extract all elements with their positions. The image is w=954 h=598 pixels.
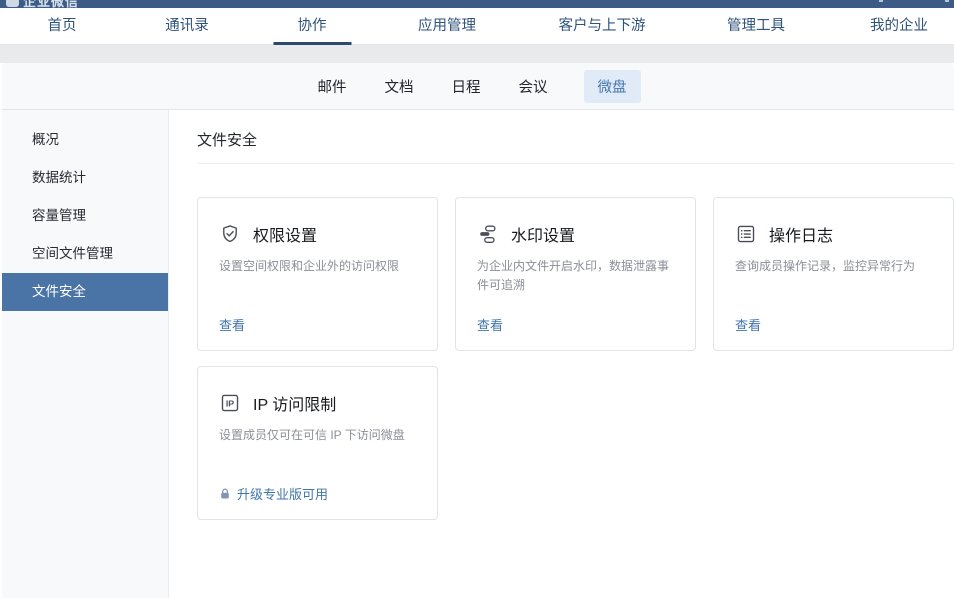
- subnav-tab[interactable]: 会议: [517, 70, 550, 103]
- card-description: 查询成员操作记录，监控异常行为: [735, 257, 932, 276]
- card-description: 为企业内文件开启水印，数据泄露事件可追溯: [477, 257, 674, 295]
- title-divider: [197, 163, 954, 164]
- sidebar-item-label: 文件安全: [32, 284, 86, 299]
- subnav-tab-label: 微盘: [598, 80, 627, 96]
- sidebar-item[interactable]: 数据统计: [2, 159, 168, 197]
- card-title: 权限设置: [253, 222, 317, 246]
- nav-item-label: 通讯录: [165, 18, 209, 34]
- page-background-gap: [0, 45, 954, 63]
- card-description: 设置空间权限和企业外的访问权限: [219, 257, 416, 276]
- sidebar-item-label: 空间文件管理: [32, 246, 113, 261]
- active-tab-underline: [273, 42, 351, 45]
- nav-item[interactable]: 管理工具: [727, 8, 785, 44]
- feature-card: 权限设置 设置空间权限和企业外的访问权限 查看: [197, 197, 438, 351]
- subnav-tab[interactable]: 日程: [450, 70, 483, 103]
- shield-check-icon: [219, 223, 241, 245]
- sidebar-item-label: 数据统计: [32, 170, 86, 185]
- watermark-icon: [477, 223, 499, 245]
- card-action-label: 升级专业版可用: [237, 484, 328, 503]
- nav-item[interactable]: 协作: [298, 8, 327, 44]
- card-header: 操作日志: [735, 222, 932, 246]
- nav-item[interactable]: 首页: [48, 8, 77, 44]
- card-header: IP IP 访问限制: [219, 391, 416, 415]
- subnav-tab[interactable]: 文档: [383, 70, 416, 103]
- card-action-link[interactable]: 查看: [219, 315, 245, 334]
- nav-item[interactable]: 我的企业: [870, 8, 928, 44]
- ip-icon: IP: [219, 392, 241, 414]
- subnav-tab-label: 邮件: [318, 80, 347, 96]
- topbar-clipped-icon: [945, 0, 949, 2]
- sidebar-item[interactable]: 概况: [2, 121, 168, 159]
- sidebar-item-label: 容量管理: [32, 208, 86, 223]
- sidebar-item[interactable]: 文件安全: [2, 273, 168, 311]
- card-header: 权限设置: [219, 222, 416, 246]
- subnav-tab[interactable]: 邮件: [316, 70, 349, 103]
- lock-icon: [219, 487, 231, 500]
- subnav-tab[interactable]: 微盘: [584, 70, 641, 103]
- nav-item-label: 首页: [48, 18, 77, 34]
- nav-item[interactable]: 客户与上下游: [559, 8, 646, 44]
- topbar: 企业微信: [0, 0, 954, 8]
- subnav-tab-label: 日程: [452, 80, 481, 96]
- card-title: 操作日志: [769, 222, 833, 246]
- feature-card: 操作日志 查询成员操作记录，监控异常行为 查看: [713, 197, 954, 351]
- feature-card: IP IP 访问限制 设置成员仅可在可信 IP 下访问微盘 升级专业版可用: [197, 366, 438, 520]
- subnav-tab-label: 会议: [519, 80, 548, 96]
- subnav-tab-label: 文档: [385, 80, 414, 96]
- sidebar-item[interactable]: 空间文件管理: [2, 235, 168, 273]
- nav-item-label: 协作: [298, 18, 327, 34]
- card-action-link[interactable]: 查看: [735, 315, 761, 334]
- card-action-label: 查看: [735, 315, 761, 334]
- svg-text:IP: IP: [226, 398, 234, 408]
- content-panel: 邮件 文档 日程 会议 微盘 概况 数据统计 容量管理 空间文件管理 文件安全 …: [2, 63, 954, 598]
- card-description: 设置成员仅可在可信 IP 下访问微盘: [219, 426, 416, 445]
- nav-item-label: 我的企业: [870, 18, 928, 34]
- main-content: 文件安全 权限设置 设置空间权限和企业外的访问权限 查看 水印设置 为企业内文件…: [169, 110, 954, 598]
- sidebar-item-label: 概况: [32, 132, 59, 147]
- lower-area: 概况 数据统计 容量管理 空间文件管理 文件安全 文件安全 权限设置 设置空间权…: [2, 110, 954, 598]
- app-logo-text: 企业微信: [23, 0, 79, 8]
- nav-item-label: 应用管理: [418, 18, 476, 34]
- sidebar-item[interactable]: 容量管理: [2, 197, 168, 235]
- main-nav: 首页 通讯录 协作 应用管理 客户与上下游 管理工具 我的企业: [0, 8, 954, 45]
- nav-item[interactable]: 应用管理: [418, 8, 476, 44]
- sub-nav: 邮件 文档 日程 会议 微盘: [2, 63, 954, 110]
- card-title: 水印设置: [511, 222, 575, 246]
- app-logo-icon: [6, 0, 19, 7]
- sidebar: 概况 数据统计 容量管理 空间文件管理 文件安全: [2, 110, 169, 598]
- card-action-label: 查看: [477, 315, 503, 334]
- nav-item-label: 客户与上下游: [559, 18, 646, 34]
- feature-cards-grid: 权限设置 设置空间权限和企业外的访问权限 查看 水印设置 为企业内文件开启水印，…: [197, 197, 954, 520]
- card-action-label: 查看: [219, 315, 245, 334]
- card-title: IP 访问限制: [253, 391, 336, 415]
- card-header: 水印设置: [477, 222, 674, 246]
- page-title: 文件安全: [197, 131, 954, 151]
- nav-item[interactable]: 通讯录: [165, 8, 209, 44]
- log-list-icon: [735, 223, 757, 245]
- feature-card: 水印设置 为企业内文件开启水印，数据泄露事件可追溯 查看: [455, 197, 696, 351]
- topbar-clipped-icon: [879, 0, 883, 2]
- nav-item-label: 管理工具: [727, 18, 785, 34]
- card-action-link[interactable]: 升级专业版可用: [219, 484, 328, 503]
- app-logo: 企业微信: [6, 0, 79, 8]
- card-action-link[interactable]: 查看: [477, 315, 503, 334]
